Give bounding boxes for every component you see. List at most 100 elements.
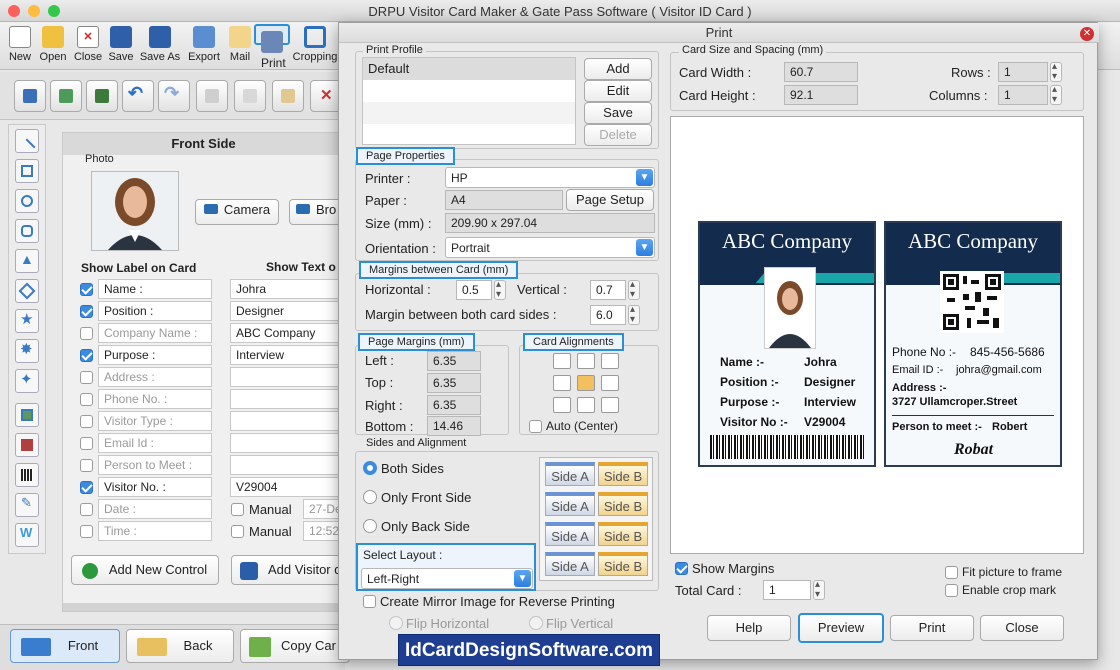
- alignment-option-icon[interactable]: [601, 375, 619, 391]
- field-checkbox[interactable]: [80, 371, 93, 384]
- burst-tool[interactable]: ✸: [15, 339, 39, 363]
- only-back-radio[interactable]: [363, 519, 377, 533]
- rectangle-tool[interactable]: [15, 159, 39, 183]
- both-sides-stepper[interactable]: [628, 304, 640, 325]
- auto-center-checkbox[interactable]: [529, 420, 542, 433]
- alignment-option-icon[interactable]: [553, 397, 571, 413]
- rows-input[interactable]: 1: [998, 62, 1048, 82]
- paste-button[interactable]: [272, 80, 304, 112]
- manual-checkbox[interactable]: [231, 503, 244, 516]
- print-button[interactable]: Print: [254, 24, 290, 70]
- field-value[interactable]: [230, 455, 348, 475]
- undo-button[interactable]: ↶: [122, 80, 154, 112]
- profile-edit-button[interactable]: Edit: [584, 80, 652, 102]
- rows-stepper[interactable]: [1050, 61, 1062, 82]
- star-tool[interactable]: ★: [15, 309, 39, 333]
- field-value[interactable]: [230, 433, 348, 453]
- both-sides-radio[interactable]: [363, 461, 377, 475]
- fit-picture-checkbox[interactable]: [945, 566, 958, 579]
- redo-button[interactable]: ↷: [158, 80, 190, 112]
- field-value[interactable]: ABC Company: [230, 323, 348, 343]
- top-margin-input[interactable]: 6.35: [427, 373, 481, 393]
- line-tool[interactable]: [15, 129, 39, 156]
- cropping-button[interactable]: Cropping: [292, 24, 338, 68]
- page-setup-button[interactable]: Page Setup: [566, 189, 654, 211]
- close-dialog-button[interactable]: Close: [980, 615, 1064, 641]
- preview-button[interactable]: Preview: [798, 613, 884, 643]
- alignment-option-icon[interactable]: [553, 353, 571, 369]
- open-button[interactable]: Open: [37, 24, 69, 68]
- save-button[interactable]: Save: [106, 24, 136, 68]
- side-b-tile[interactable]: Side B: [598, 552, 648, 576]
- alignment-option-icon[interactable]: [577, 375, 595, 391]
- side-a-tile[interactable]: Side A: [545, 462, 595, 486]
- alignment-option-icon[interactable]: [601, 353, 619, 369]
- field-checkbox[interactable]: [80, 525, 93, 538]
- alignment-option-icon[interactable]: [577, 353, 595, 369]
- left-margin-input[interactable]: 6.35: [427, 351, 481, 371]
- field-label[interactable]: Company Name :: [98, 323, 212, 343]
- right-margin-input[interactable]: 6.35: [427, 395, 481, 415]
- close-button[interactable]: ✕ Close: [71, 24, 105, 68]
- field-checkbox[interactable]: [80, 503, 93, 516]
- import-button[interactable]: [86, 80, 118, 112]
- field-value[interactable]: [230, 389, 348, 409]
- vertical-input[interactable]: 0.7: [590, 280, 626, 300]
- field-checkbox[interactable]: [80, 283, 93, 296]
- field-label[interactable]: Date :: [98, 499, 212, 519]
- picture-tool[interactable]: [15, 403, 39, 427]
- field-value[interactable]: [230, 411, 348, 431]
- alignment-option-icon[interactable]: [577, 397, 595, 413]
- field-checkbox[interactable]: [80, 459, 93, 472]
- add-new-control-button[interactable]: Add New Control: [71, 555, 219, 585]
- profile-add-button[interactable]: Add: [584, 58, 652, 80]
- save-as-button[interactable]: Save As: [138, 24, 182, 68]
- field-checkbox[interactable]: [80, 393, 93, 406]
- copy-button[interactable]: [234, 80, 266, 112]
- print-confirm-button[interactable]: Print: [890, 615, 974, 641]
- field-label[interactable]: Visitor Type :: [98, 411, 212, 431]
- printer-select[interactable]: HP ▼: [445, 167, 655, 188]
- field-checkbox[interactable]: [80, 349, 93, 362]
- card-height-input[interactable]: 92.1: [784, 85, 858, 105]
- horizontal-input[interactable]: 0.5: [456, 280, 492, 300]
- barcode-tool[interactable]: [15, 463, 39, 487]
- both-sides-margin-input[interactable]: 6.0: [590, 305, 626, 325]
- rounded-rect-tool[interactable]: [15, 219, 39, 243]
- total-card-input[interactable]: 1: [763, 580, 811, 600]
- manual-checkbox[interactable]: [231, 525, 244, 538]
- field-value[interactable]: Designer: [230, 301, 348, 321]
- field-checkbox[interactable]: [80, 437, 93, 450]
- card-width-input[interactable]: 60.7: [784, 62, 858, 82]
- side-b-tile[interactable]: Side B: [598, 462, 648, 486]
- field-checkbox[interactable]: [80, 415, 93, 428]
- properties-button[interactable]: [14, 80, 46, 112]
- field-checkbox[interactable]: [80, 305, 93, 318]
- field-value[interactable]: Interview: [230, 345, 348, 365]
- copy-card-button[interactable]: Copy Car: [240, 629, 350, 663]
- field-checkbox[interactable]: [80, 481, 93, 494]
- profile-list[interactable]: Default: [362, 57, 576, 145]
- field-label[interactable]: Email Id :: [98, 433, 212, 453]
- ellipse-tool[interactable]: [15, 189, 39, 213]
- camera-button[interactable]: Camera: [195, 199, 279, 225]
- alignment-option-icon[interactable]: [601, 397, 619, 413]
- columns-stepper[interactable]: [1050, 84, 1062, 105]
- field-checkbox[interactable]: [80, 327, 93, 340]
- horizontal-stepper[interactable]: [494, 279, 506, 300]
- flip-vertical-radio[interactable]: [529, 616, 543, 630]
- watermark-tool[interactable]: W: [15, 523, 39, 547]
- enable-crop-checkbox[interactable]: [945, 584, 958, 597]
- triangle-tool[interactable]: ▲: [15, 249, 39, 273]
- mirror-image-checkbox[interactable]: [363, 595, 376, 608]
- field-value[interactable]: [230, 367, 348, 387]
- field-label[interactable]: Name :: [98, 279, 212, 299]
- field-label[interactable]: Visitor No. :: [98, 477, 212, 497]
- side-b-tile[interactable]: Side B: [598, 522, 648, 546]
- field-value[interactable]: V29004: [230, 477, 348, 497]
- side-a-tile[interactable]: Side A: [545, 552, 595, 576]
- orientation-select[interactable]: Portrait ▼: [445, 237, 655, 258]
- only-front-radio[interactable]: [363, 490, 377, 504]
- export-button[interactable]: Export: [185, 24, 223, 68]
- add-visitor-button[interactable]: Add Visitor d: [231, 555, 351, 585]
